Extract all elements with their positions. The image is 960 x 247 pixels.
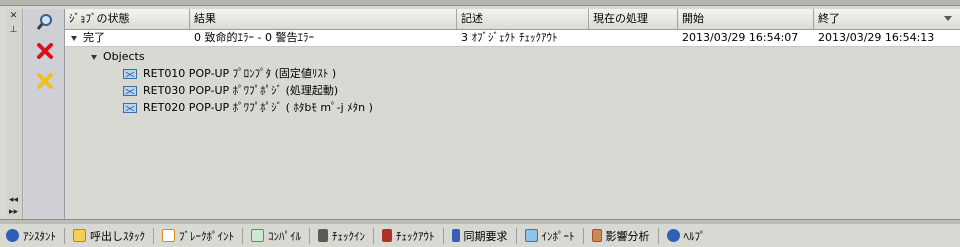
info-icon bbox=[6, 229, 19, 242]
tool-tab-bar: ｱｼｽﾀﾝﾄ 呼出しｽﾀｯｸ ﾌﾞﾚｰｸﾎﾟｲﾝﾄ ｺﾝﾊﾟｲﾙ ﾁｪｯｸｲﾝ … bbox=[0, 224, 960, 247]
impact-icon bbox=[591, 229, 602, 242]
job-current bbox=[589, 30, 678, 46]
breakpoint-icon bbox=[162, 229, 175, 242]
tab-import[interactable]: ｲﾝﾎﾟｰﾄ bbox=[519, 226, 581, 245]
object-icon bbox=[123, 86, 137, 96]
expand-icon[interactable] bbox=[91, 54, 97, 60]
tab-separator bbox=[242, 227, 243, 244]
pin-icon[interactable]: ⊥ bbox=[8, 25, 19, 36]
tab-separator bbox=[373, 227, 374, 244]
object-icon bbox=[123, 103, 137, 113]
col-header-end-label: 終了 bbox=[818, 12, 840, 25]
tab-separator bbox=[442, 227, 444, 244]
tree-item-label: RET030 POP-UP ﾎﾟﾜﾌﾟﾎﾟｼﾞ (処理起動) bbox=[143, 84, 339, 97]
job-status: 完了 bbox=[83, 31, 105, 44]
tab-separator bbox=[515, 227, 517, 244]
tab-call-stack[interactable]: 呼出しｽﾀｯｸ bbox=[67, 226, 151, 245]
object-icon bbox=[123, 69, 137, 79]
close-icon[interactable]: ✕ bbox=[8, 11, 19, 22]
clear-icon[interactable] bbox=[34, 70, 56, 92]
scroll-first-icon[interactable]: ◂◂ bbox=[8, 195, 19, 206]
grid-header: ｼﾞｮﾌﾞの状態 結果 記述 現在の処理 開始 終了 bbox=[65, 9, 960, 30]
tree-item-label: RET010 POP-UP ﾌﾟﾛﾝﾌﾟﾀ (固定値ﾘｽﾄ ) bbox=[143, 67, 337, 80]
job-start: 2013/03/29 16:54:07 bbox=[682, 31, 799, 44]
tab-label: 影響分析 bbox=[605, 229, 650, 243]
job-status-cell: 完了 bbox=[65, 30, 190, 46]
job-end: 2013/03/29 16:54:13 bbox=[818, 31, 935, 44]
tree-group-label: Objects bbox=[103, 50, 145, 63]
tab-label: ﾁｪｯｸｲﾝ bbox=[332, 229, 365, 243]
tab-assistant[interactable]: ｱｼｽﾀﾝﾄ bbox=[0, 226, 62, 245]
col-header-description[interactable]: 記述 bbox=[457, 9, 589, 29]
tab-help[interactable]: ﾍﾙﾌﾟ bbox=[661, 226, 712, 245]
tab-label: ｱｼｽﾀﾝﾄ bbox=[23, 229, 56, 243]
checkout-icon bbox=[382, 229, 392, 242]
col-header-current[interactable]: 現在の処理 bbox=[589, 9, 678, 29]
tab-label: 呼出しｽﾀｯｸ bbox=[90, 229, 145, 243]
col-header-result[interactable]: 結果 bbox=[190, 9, 457, 29]
tab-compile[interactable]: ｺﾝﾊﾟｲﾙ bbox=[245, 226, 307, 245]
tab-sync[interactable]: 同期要求 bbox=[446, 226, 514, 245]
tab-checkout[interactable]: ﾁｪｯｸｱｳﾄ bbox=[376, 226, 441, 245]
help-icon bbox=[666, 229, 680, 242]
panel-rail: ✕ ⊥ ◂◂ ▸▸ bbox=[6, 9, 23, 219]
tab-breakpoint[interactable]: ﾌﾞﾚｰｸﾎﾟｲﾝﾄ bbox=[156, 226, 240, 245]
tab-label: ﾁｪｯｸｱｳﾄ bbox=[396, 229, 435, 243]
job-row[interactable]: 完了 0 致命的ｴﾗｰ - 0 警告ｴﾗｰ 3 ｵﾌﾞｼﾞｪｸﾄ ﾁｪｯｸｱｳﾄ… bbox=[65, 30, 960, 47]
col-header-start[interactable]: 開始 bbox=[678, 9, 814, 29]
action-toolbar bbox=[24, 9, 65, 219]
col-header-status[interactable]: ｼﾞｮﾌﾞの状態 bbox=[65, 9, 190, 29]
search-icon[interactable] bbox=[34, 11, 56, 33]
tree-item-label: RET020 POP-UP ﾎﾟﾜﾌﾟﾎﾟｼﾞ ( ﾎﾀbﾓ mﾟ-j ﾒﾀn … bbox=[143, 101, 373, 114]
tree-item[interactable]: RET020 POP-UP ﾎﾟﾜﾌﾟﾎﾟｼﾞ ( ﾎﾀbﾓ mﾟ-j ﾒﾀn … bbox=[123, 100, 373, 116]
tab-label: 同期要求 bbox=[463, 229, 508, 243]
job-grid: ｼﾞｮﾌﾞの状態 結果 記述 現在の処理 開始 終了 完了 0 致命的ｴﾗｰ -… bbox=[65, 9, 960, 219]
tree-item[interactable]: RET030 POP-UP ﾎﾟﾜﾌﾟﾎﾟｼﾞ (処理起動) bbox=[123, 83, 338, 99]
col-header-end[interactable]: 終了 bbox=[814, 9, 960, 29]
tab-impact-analysis[interactable]: 影響分析 bbox=[586, 226, 656, 245]
delete-icon[interactable] bbox=[34, 40, 56, 62]
job-result: 0 致命的ｴﾗｰ - 0 警告ｴﾗｰ bbox=[194, 31, 314, 44]
tree-group-objects[interactable]: Objects bbox=[91, 49, 145, 65]
expand-icon[interactable] bbox=[71, 35, 77, 41]
sort-desc-icon bbox=[944, 16, 952, 21]
tab-label: ﾌﾞﾚｰｸﾎﾟｲﾝﾄ bbox=[179, 229, 234, 243]
stack-icon bbox=[73, 229, 86, 242]
import-icon bbox=[524, 229, 538, 242]
tree-item[interactable]: RET010 POP-UP ﾌﾟﾛﾝﾌﾟﾀ (固定値ﾘｽﾄ ) bbox=[123, 66, 336, 82]
compile-icon bbox=[251, 229, 264, 242]
tab-label: ｲﾝﾎﾟｰﾄ bbox=[541, 229, 575, 243]
tab-checkin[interactable]: ﾁｪｯｸｲﾝ bbox=[312, 226, 371, 245]
checkin-icon bbox=[318, 229, 328, 242]
tab-separator bbox=[153, 227, 154, 244]
tab-separator bbox=[309, 227, 310, 244]
tab-label: ｺﾝﾊﾟｲﾙ bbox=[268, 229, 301, 243]
top-border bbox=[0, 0, 960, 6]
tab-separator bbox=[657, 227, 659, 244]
sync-icon bbox=[451, 229, 460, 242]
tab-label: ﾍﾙﾌﾟ bbox=[683, 229, 706, 243]
scroll-last-icon[interactable]: ▸▸ bbox=[8, 207, 19, 218]
tab-separator bbox=[64, 227, 65, 244]
tab-separator bbox=[582, 227, 584, 244]
job-description: 3 ｵﾌﾞｼﾞｪｸﾄ ﾁｪｯｸｱｳﾄ bbox=[461, 31, 558, 44]
